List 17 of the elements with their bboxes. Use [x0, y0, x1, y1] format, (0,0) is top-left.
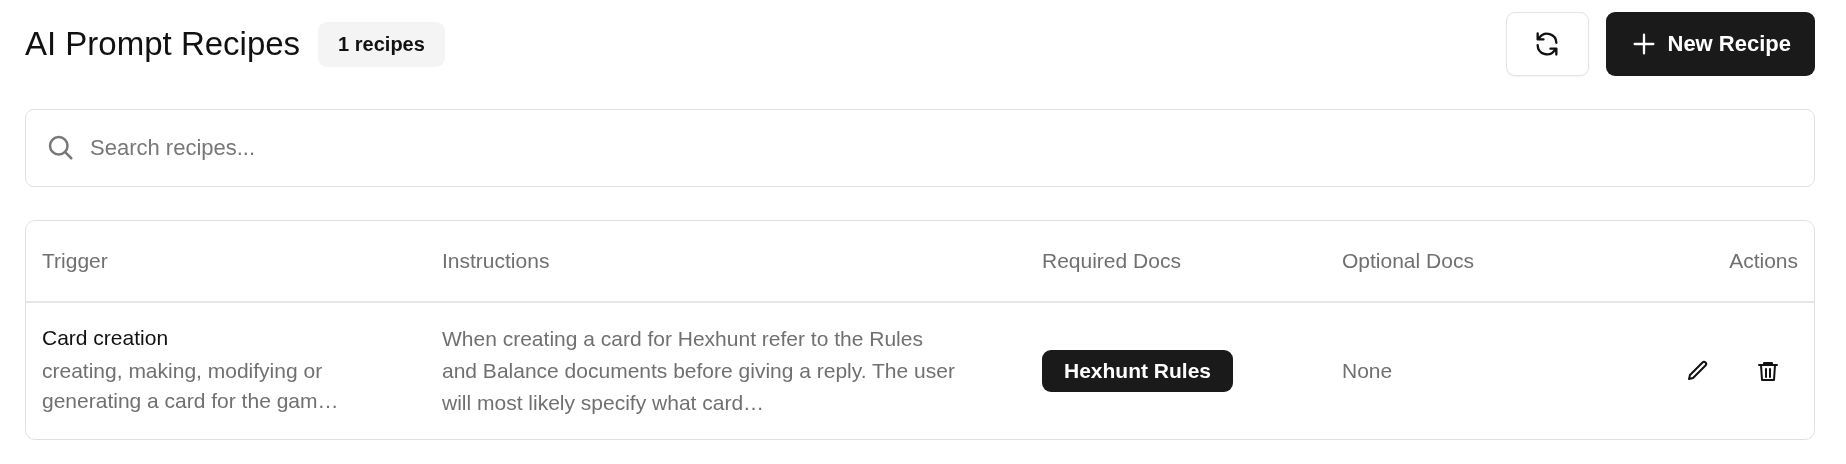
column-header: Instructions: [441, 249, 551, 273]
column-header: Actions: [1728, 249, 1799, 273]
count-badge: 1 recipes: [318, 21, 445, 67]
instructions-text: When creating a card for Hexhunt refer to the Rules and Balance documents before giving a reply. The user will most likely specify what card…: [442, 326, 956, 416]
column-header: Trigger: [41, 249, 109, 273]
column-header: Required Docs: [1041, 249, 1182, 273]
page-title: AI Prompt Recipes: [25, 25, 301, 63]
doc-tag: Hexhunt Rules: [1042, 350, 1234, 392]
trigger-description: creating, making, modifying or generating a card for the gam…: [42, 358, 340, 414]
column-header: Optional Docs: [1341, 249, 1475, 273]
refresh-button[interactable]: [1505, 12, 1589, 76]
pencil-icon: [1686, 359, 1710, 383]
new-recipe-button[interactable]: New Recipe: [1605, 12, 1815, 76]
optional-docs-value: None: [1342, 359, 1393, 382]
trigger-name: Card creation: [42, 326, 170, 350]
trash-icon: [1756, 359, 1780, 383]
search-field[interactable]: Search recipes...: [25, 109, 1815, 187]
